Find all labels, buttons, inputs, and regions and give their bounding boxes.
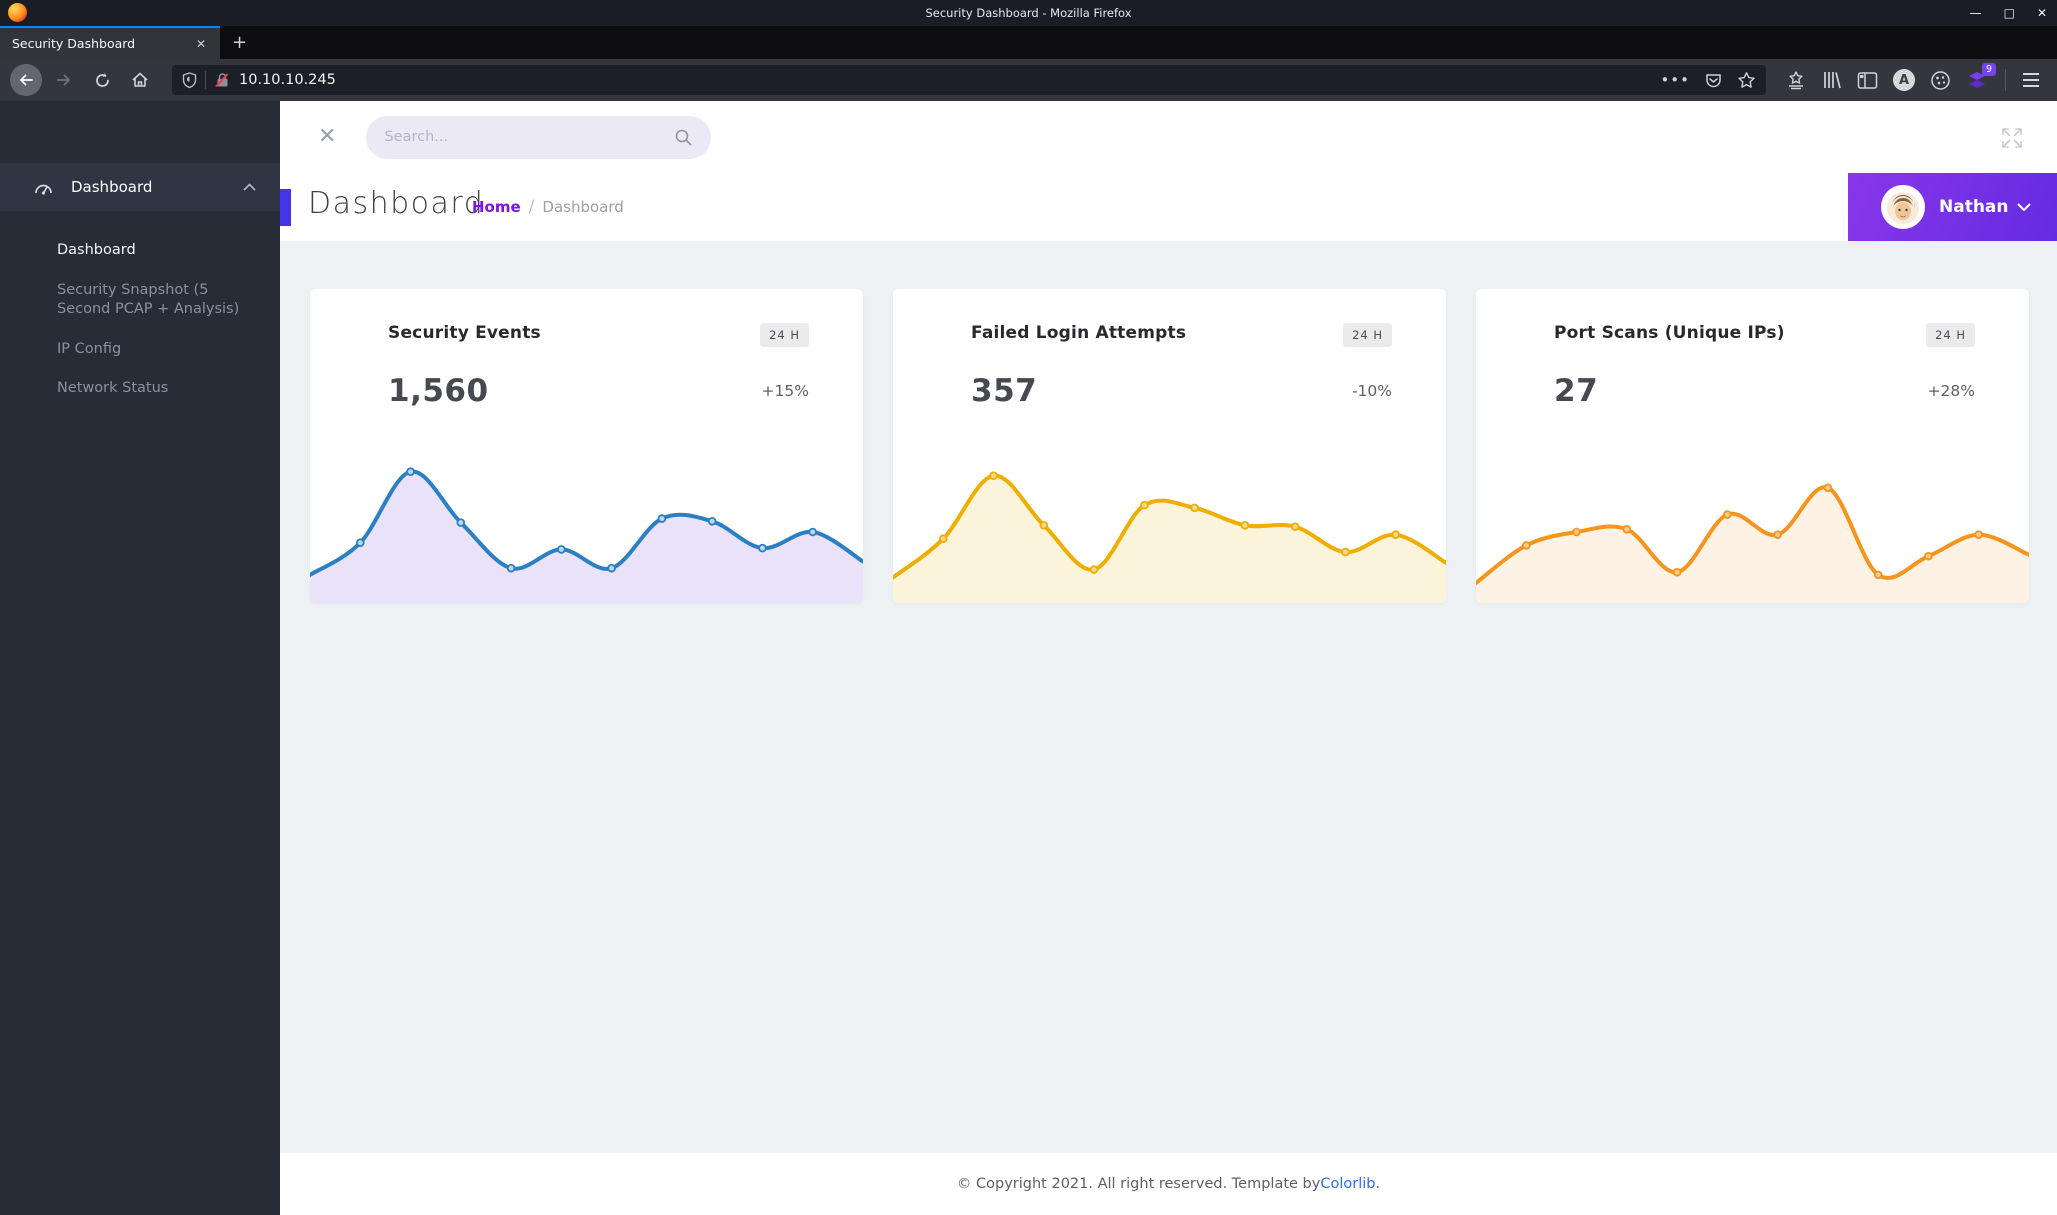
proxy-extension-button[interactable]: 9 [1966,63,1996,90]
card-value: 1,560 [388,373,489,409]
page-title: Dashboard [308,186,485,221]
tab-bar: Security Dashboard ✕ + [0,26,2057,59]
failed-logins-chart [893,471,1446,603]
reload-icon [95,72,109,87]
search-input[interactable] [384,129,675,145]
chevron-up-icon [243,183,256,191]
sidebar-collapse-icon[interactable]: ✕ [318,126,336,148]
sidebar-item-security-snapshot[interactable]: Security Snapshot (5 Second PCAP + Analy… [0,271,272,330]
breadcrumb: Home / Dashboard [472,197,624,217]
account-extension-icon[interactable]: A [1893,69,1915,91]
navigation-toolbar: 10.10.10.245 ••• A 9 [0,59,2057,101]
sidebar-group-dashboard[interactable]: Dashboard [0,163,280,211]
port-scans-chart [1476,483,2029,603]
sidebar-toggle-icon[interactable] [1857,71,1878,90]
toolbar-extensions: A 9 [1782,63,2047,91]
page-footer: © Copyright 2021. All right reserved. Te… [280,1153,2057,1215]
period-badge: 24 H [760,323,809,347]
tracking-shield-icon[interactable] [182,71,197,89]
pocket-icon[interactable] [1704,71,1723,90]
home-icon [132,72,148,87]
sidebar-item-ip-config[interactable]: IP Config [0,330,272,370]
toolbar-divider [2005,69,2006,91]
sidebar-submenu: Dashboard Security Snapshot (5 Second PC… [0,231,280,409]
forward-button[interactable] [48,64,80,96]
extension-badge: 9 [1981,63,1996,77]
window-titlebar: Security Dashboard - Mozilla Firefox — □… [0,0,2057,26]
window-maximize-button[interactable]: □ [2004,7,2015,19]
urlbar-divider [205,71,206,89]
user-name: Nathan [1939,197,2009,217]
card-title: Port Scans (Unique IPs) [1554,323,1785,343]
card-title: Failed Login Attempts [971,323,1187,343]
breadcrumb-home-link[interactable]: Home [472,198,521,216]
library-icon[interactable] [1821,70,1842,90]
search-box[interactable] [366,115,712,159]
sidebar-group-label: Dashboard [71,178,153,196]
period-badge: 24 H [1343,323,1392,347]
home-button[interactable] [124,64,156,96]
app-sidebar: Dashboard Dashboard Security Snapshot (5… [0,101,280,1215]
back-arrow-icon [10,64,42,96]
user-menu-button[interactable]: Nathan [1848,173,2057,241]
url-text: 10.10.10.245 [239,72,336,88]
back-button[interactable] [10,64,42,96]
page-topbar: ✕ [280,101,2057,173]
new-tab-button[interactable]: + [220,26,259,59]
card-value: 27 [1554,373,1599,409]
card-security-events: Security Events 24 H 1,560 +15% [310,289,863,603]
window-minimize-button[interactable]: — [1970,7,1982,19]
bookmark-star-icon[interactable] [1737,71,1756,90]
tab-title: Security Dashboard [12,36,136,51]
card-delta: +15% [761,382,809,400]
gauge-icon [35,184,52,195]
window-close-button[interactable]: ✕ [2037,7,2047,19]
breadcrumb-separator: / [528,197,535,217]
breadcrumb-current: Dashboard [542,198,624,216]
sidebar-item-network-status[interactable]: Network Status [0,369,272,409]
kpi-cards: Security Events 24 H 1,560 +15% Failed L… [310,289,2029,603]
fullscreen-expand-icon[interactable] [1999,125,2025,151]
save-to-collection-icon[interactable] [1786,70,1806,90]
card-title: Security Events [388,323,541,343]
firefox-logo-icon [8,3,27,22]
url-bar[interactable]: 10.10.10.245 ••• [172,65,1766,95]
tab-close-icon[interactable]: ✕ [192,35,210,53]
security-events-chart [310,467,863,603]
web-page: Dashboard Dashboard Security Snapshot (5… [0,101,2057,1215]
dashboard-content: Security Events 24 H 1,560 +15% Failed L… [280,241,2057,1153]
card-value: 357 [971,373,1038,409]
copyright-suffix: . [1375,1176,1381,1192]
card-port-scans: Port Scans (Unique IPs) 24 H 27 +28% [1476,289,2029,603]
window-title: Security Dashboard - Mozilla Firefox [925,6,1132,20]
copyright-text: © Copyright 2021. All right reserved. Te… [956,1176,1321,1192]
page-actions-icon[interactable]: ••• [1660,71,1690,89]
browser-tab-security-dashboard[interactable]: Security Dashboard ✕ [0,26,220,59]
reload-button[interactable] [86,64,118,96]
title-accent-bar [280,189,291,226]
card-delta: +28% [1927,382,1975,400]
menu-hamburger-icon[interactable] [2023,73,2039,87]
insecure-lock-icon[interactable] [214,72,231,89]
search-icon[interactable] [674,128,693,147]
chevron-down-icon [2017,203,2031,211]
card-delta: -10% [1351,382,1392,400]
user-avatar [1881,185,1925,229]
period-badge: 24 H [1926,323,1975,347]
sidebar-item-dashboard[interactable]: Dashboard [0,231,272,271]
card-failed-logins: Failed Login Attempts 24 H 357 -10% [893,289,1446,603]
forward-arrow-icon [57,74,70,86]
page-header: Dashboard Home / Dashboard Nathan [280,173,2057,241]
firefox-window: Security Dashboard - Mozilla Firefox — □… [0,0,2057,1215]
cookie-extension-icon[interactable] [1930,70,1951,91]
colorlib-link[interactable]: Colorlib [1320,1176,1375,1192]
